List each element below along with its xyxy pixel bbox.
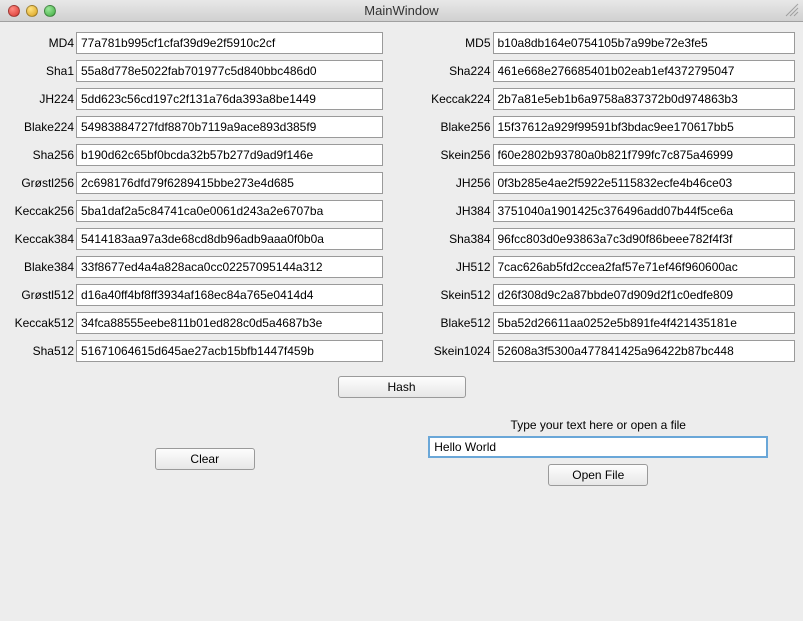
- hash-label: MD4: [8, 36, 76, 50]
- hash-label: JH512: [421, 260, 493, 274]
- titlebar: MainWindow: [0, 0, 803, 22]
- hash-output[interactable]: [493, 172, 796, 194]
- hash-output[interactable]: [493, 228, 796, 250]
- hash-label: Sha512: [8, 344, 76, 358]
- hash-output[interactable]: [76, 60, 383, 82]
- hash-row: MD5: [421, 32, 796, 54]
- hash-row: Grøstl512: [8, 284, 383, 306]
- hash-row: Blake224: [8, 116, 383, 138]
- hash-output[interactable]: [493, 116, 796, 138]
- hash-output[interactable]: [493, 200, 796, 222]
- hash-output[interactable]: [76, 144, 383, 166]
- main-window: MainWindow MD4 Sha1 JH224 Blake224 Sha25…: [0, 0, 803, 621]
- hash-row: Skein512: [421, 284, 796, 306]
- content-area: MD4 Sha1 JH224 Blake224 Sha256 Grøstl256…: [0, 22, 803, 621]
- hash-label: Skein1024: [421, 344, 493, 358]
- hash-column-right: MD5 Sha224 Keccak224 Blake256 Skein256 J…: [421, 32, 796, 362]
- hash-label: Blake256: [421, 120, 493, 134]
- hash-output[interactable]: [76, 228, 383, 250]
- hash-output[interactable]: [493, 340, 796, 362]
- hash-row: Skein1024: [421, 340, 796, 362]
- hash-row: JH384: [421, 200, 796, 222]
- hash-output[interactable]: [76, 172, 383, 194]
- hash-output[interactable]: [76, 88, 383, 110]
- hash-output[interactable]: [76, 116, 383, 138]
- hash-output[interactable]: [493, 60, 796, 82]
- clear-button[interactable]: Clear: [155, 448, 255, 470]
- hash-row: Keccak384: [8, 228, 383, 250]
- hash-row: Sha1: [8, 60, 383, 82]
- hash-row: JH512: [421, 256, 796, 278]
- window-title: MainWindow: [0, 3, 803, 18]
- hash-label: Skein512: [421, 288, 493, 302]
- hash-label: Grøstl256: [8, 176, 76, 190]
- hash-columns: MD4 Sha1 JH224 Blake224 Sha256 Grøstl256…: [8, 32, 795, 362]
- hash-column-left: MD4 Sha1 JH224 Blake224 Sha256 Grøstl256…: [8, 32, 383, 362]
- hash-output[interactable]: [76, 284, 383, 306]
- hash-row: Sha384: [421, 228, 796, 250]
- hash-output[interactable]: [76, 32, 383, 54]
- hash-row: Sha224: [421, 60, 796, 82]
- hash-output[interactable]: [493, 88, 796, 110]
- hash-output[interactable]: [76, 340, 383, 362]
- hash-row: Blake384: [8, 256, 383, 278]
- hash-label: JH224: [8, 92, 76, 106]
- hash-label: Keccak384: [8, 232, 76, 246]
- hash-row: Keccak224: [421, 88, 796, 110]
- hash-label: Keccak256: [8, 204, 76, 218]
- hash-row: MD4: [8, 32, 383, 54]
- hash-label: Sha384: [421, 232, 493, 246]
- hash-output[interactable]: [493, 312, 796, 334]
- hash-label: Skein256: [421, 148, 493, 162]
- zoom-icon[interactable]: [44, 5, 56, 17]
- hash-row: Keccak256: [8, 200, 383, 222]
- hash-label: JH256: [421, 176, 493, 190]
- hash-row: Skein256: [421, 144, 796, 166]
- hash-output[interactable]: [76, 200, 383, 222]
- hash-output[interactable]: [76, 256, 383, 278]
- hash-label: Blake384: [8, 260, 76, 274]
- hash-label: Keccak512: [8, 316, 76, 330]
- hash-output[interactable]: [76, 312, 383, 334]
- hash-row: Grøstl256: [8, 172, 383, 194]
- hash-row: Keccak512: [8, 312, 383, 334]
- hash-label: Blake224: [8, 120, 76, 134]
- hash-label: Sha224: [421, 64, 493, 78]
- hash-label: Sha256: [8, 148, 76, 162]
- hash-label: MD5: [421, 36, 493, 50]
- input-hint: Type your text here or open a file: [511, 418, 686, 432]
- hash-label: JH384: [421, 204, 493, 218]
- hash-row: Blake512: [421, 312, 796, 334]
- minimize-icon[interactable]: [26, 5, 38, 17]
- hash-label: Sha1: [8, 64, 76, 78]
- bottom-area: Clear Type your text here or open a file…: [8, 418, 795, 486]
- hash-label: Grøstl512: [8, 288, 76, 302]
- hash-label: Keccak224: [421, 92, 493, 106]
- hash-row: JH224: [8, 88, 383, 110]
- open-file-button[interactable]: Open File: [548, 464, 648, 486]
- hash-output[interactable]: [493, 32, 796, 54]
- hash-output[interactable]: [493, 256, 796, 278]
- hash-output[interactable]: [493, 144, 796, 166]
- close-icon[interactable]: [8, 5, 20, 17]
- hash-output[interactable]: [493, 284, 796, 306]
- hash-button[interactable]: Hash: [338, 376, 466, 398]
- hash-row: Sha512: [8, 340, 383, 362]
- hash-row: Blake256: [421, 116, 796, 138]
- hash-row: Sha256: [8, 144, 383, 166]
- window-controls: [0, 5, 56, 17]
- hash-row: JH256: [421, 172, 796, 194]
- hash-label: Blake512: [421, 316, 493, 330]
- resize-icon: [785, 3, 799, 17]
- text-input[interactable]: [428, 436, 768, 458]
